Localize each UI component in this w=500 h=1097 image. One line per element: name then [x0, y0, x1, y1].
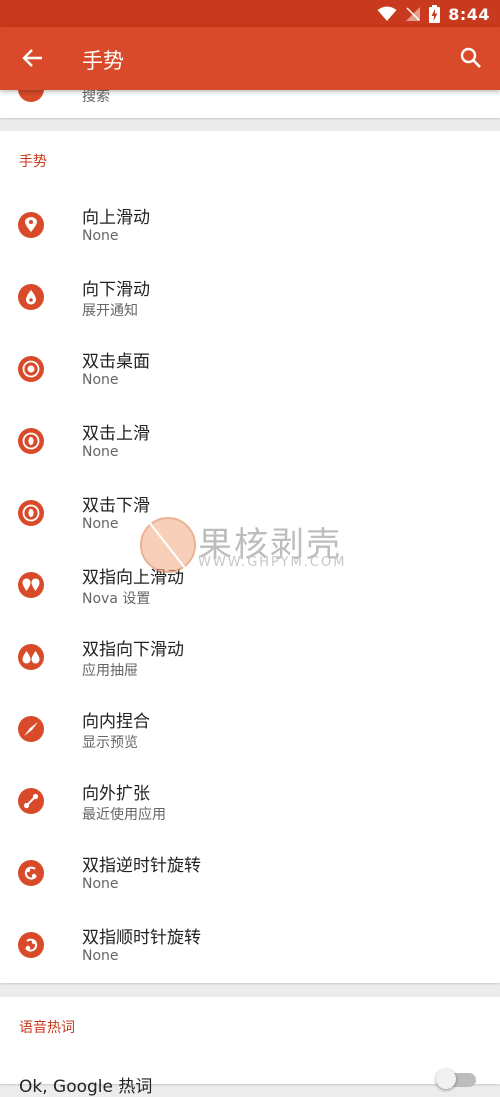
- gesture-item-swipe-up[interactable]: 向上滑动 None: [0, 191, 500, 263]
- voice-hotword-card: 语音热词 Ok, Google 热词: [0, 997, 500, 1097]
- double-tap-swipe-down-icon: [18, 500, 44, 526]
- gesture-title: 向外扩张: [82, 784, 150, 804]
- page-title: 手势: [82, 49, 124, 73]
- search-gesture-icon: [18, 90, 44, 102]
- rotate-cw-icon: [18, 932, 44, 958]
- gesture-action: Nova 设置: [82, 591, 151, 607]
- gesture-action: None: [82, 948, 119, 964]
- back-button[interactable]: [12, 37, 54, 79]
- status-icons: 8:44: [377, 3, 490, 25]
- gesture-item-double-tap-swipe-down[interactable]: 双击下滑 None: [0, 479, 500, 551]
- gesture-title: 向上滑动: [82, 208, 150, 228]
- gesture-item-rotate-ccw[interactable]: 双指逆时针旋转 None: [0, 839, 500, 911]
- gestures-card: 手势 向上滑动 None 向下滑动 展开通知 双击桌面 None 双击上滑 No…: [0, 131, 500, 983]
- gesture-title: 双指向下滑动: [82, 640, 184, 660]
- wifi-icon: [377, 6, 397, 21]
- pinch-out-icon: [18, 788, 44, 814]
- gesture-title: 向下滑动: [82, 280, 150, 300]
- gesture-action: None: [82, 444, 119, 460]
- status-time: 8:44: [448, 4, 490, 24]
- gesture-title: 双指逆时针旋转: [82, 856, 201, 876]
- gesture-action: 最近使用应用: [82, 807, 166, 823]
- double-tap-icon: [18, 356, 44, 382]
- gesture-title: 向内捏合: [82, 712, 150, 732]
- gesture-action: 应用抽屉: [82, 663, 138, 679]
- gesture-title: 双击上滑: [82, 424, 150, 444]
- toggle-knob: [436, 1069, 456, 1089]
- ok-google-toggle[interactable]: [436, 1069, 476, 1089]
- gesture-item-double-tap-swipe-up[interactable]: 双击上滑 None: [0, 407, 500, 479]
- rotate-ccw-icon: [18, 860, 44, 886]
- gesture-action: None: [82, 516, 119, 532]
- gesture-item-double-tap[interactable]: 双击桌面 None: [0, 335, 500, 407]
- ok-google-hotword-label: Ok, Google 热词: [19, 1077, 153, 1097]
- app-bar: 手势: [0, 27, 500, 90]
- swipe-down-icon: [18, 284, 44, 310]
- search-button[interactable]: [450, 37, 492, 79]
- two-finger-swipe-down-icon: [18, 644, 44, 670]
- status-bar: 8:44: [0, 0, 500, 27]
- search-gesture-subtitle: 搜索: [82, 90, 110, 105]
- gesture-item-rotate-cw[interactable]: 双指顺时针旋转 None: [0, 911, 500, 983]
- gesture-action: 显示预览: [82, 735, 138, 751]
- gesture-action: None: [82, 372, 119, 388]
- gesture-item-two-finger-swipe-up[interactable]: 双指向上滑动 Nova 设置: [0, 551, 500, 623]
- back-arrow-icon: [22, 49, 42, 67]
- gesture-item-pinch-in[interactable]: 向内捏合 显示预览: [0, 695, 500, 767]
- gesture-action: None: [82, 228, 119, 244]
- gesture-action: None: [82, 876, 119, 892]
- swipe-up-icon: [18, 212, 44, 238]
- gesture-title: 双指向上滑动: [82, 568, 184, 588]
- gestures-section-header: 手势: [19, 154, 47, 170]
- no-signal-icon: [406, 7, 421, 21]
- gesture-action: 展开通知: [82, 303, 138, 319]
- double-tap-swipe-up-icon: [18, 428, 44, 454]
- search-icon: [460, 47, 481, 68]
- search-gesture-card: 搜索: [0, 90, 500, 118]
- pinch-in-icon: [18, 716, 44, 742]
- gesture-item-two-finger-swipe-down[interactable]: 双指向下滑动 应用抽屉: [0, 623, 500, 695]
- gesture-title: 双击下滑: [82, 496, 150, 516]
- gesture-title: 双击桌面: [82, 352, 150, 372]
- two-finger-swipe-up-icon: [18, 572, 44, 598]
- gesture-title: 双指顺时针旋转: [82, 928, 201, 948]
- voice-section-header: 语音热词: [19, 1020, 75, 1036]
- battery-charging-icon: [429, 5, 441, 23]
- gesture-item-swipe-down[interactable]: 向下滑动 展开通知: [0, 263, 500, 335]
- gesture-item-pinch-out[interactable]: 向外扩张 最近使用应用: [0, 767, 500, 839]
